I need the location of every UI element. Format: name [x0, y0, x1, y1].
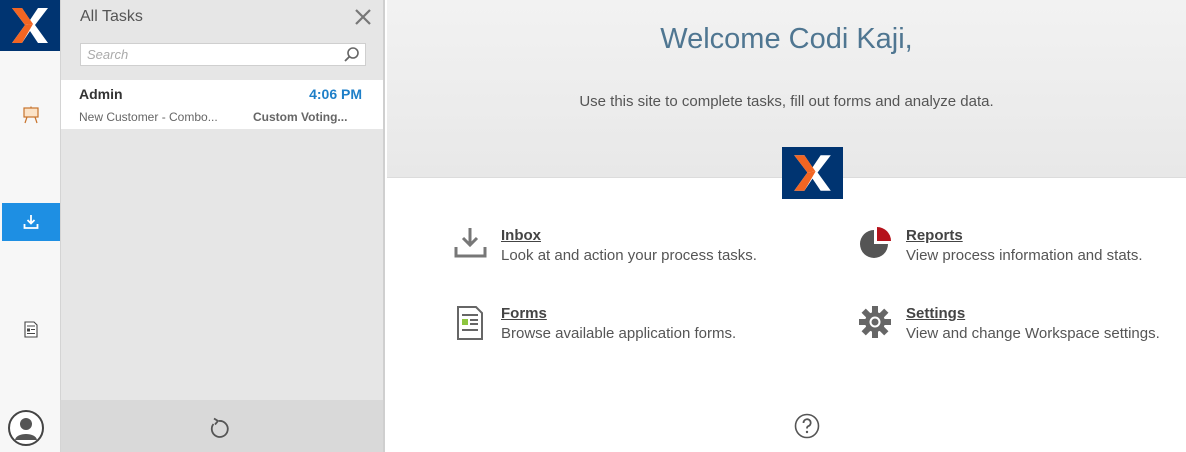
forms-link[interactable]: Forms: [501, 305, 547, 322]
pie-chart-icon: [860, 227, 891, 258]
panel-footer: [61, 400, 383, 452]
task-originator: Admin: [79, 86, 123, 102]
task-list-item[interactable]: Admin 4:06 PM New Customer - Combo... Cu…: [61, 80, 383, 129]
app-logo[interactable]: [0, 0, 60, 51]
user-avatar-button[interactable]: [8, 410, 44, 446]
intro-text: Use this site to complete tasks, fill ou…: [579, 93, 994, 110]
settings-link[interactable]: Settings: [906, 305, 965, 322]
help-button[interactable]: [794, 413, 820, 439]
refresh-button[interactable]: [205, 415, 233, 443]
help-question-icon: [794, 413, 820, 439]
rail-presentations-button[interactable]: [2, 96, 60, 134]
search-placeholder: Search: [87, 47, 129, 62]
rail-forms-button[interactable]: [2, 310, 60, 348]
user-avatar-icon: [15, 418, 37, 440]
inbox-download-icon: [23, 215, 39, 229]
close-icon: [355, 9, 371, 25]
inbox-link[interactable]: Inbox: [501, 227, 541, 244]
refresh-icon: [210, 417, 229, 438]
forms-description: Browse available application forms.: [501, 325, 737, 342]
gear-icon: [859, 306, 891, 338]
reports-description: View process information and stats.: [906, 247, 1143, 264]
search-icon[interactable]: [343, 46, 360, 63]
settings-tile[interactable]: Settings View and change Workspace setti…: [859, 305, 1179, 349]
settings-description: View and change Workspace settings.: [906, 325, 1160, 342]
panel-title: All Tasks: [80, 8, 143, 25]
forms-tile[interactable]: Forms Browse available application forms…: [454, 305, 814, 349]
form-document-icon: [24, 320, 38, 338]
task-subject: New Customer - Combo...: [79, 110, 218, 124]
welcome-heading: Welcome Codi Kaji,: [660, 23, 913, 55]
close-panel-button[interactable]: [351, 5, 375, 29]
task-search-input[interactable]: Search: [80, 43, 366, 66]
left-rail: [0, 0, 61, 452]
easel-icon: [23, 106, 39, 124]
reports-tile[interactable]: Reports View process information and sta…: [859, 227, 1179, 271]
rail-inbox-button[interactable]: [2, 203, 60, 241]
task-process: Custom Voting...: [253, 110, 348, 124]
reports-link[interactable]: Reports: [906, 227, 963, 244]
inbox-tile[interactable]: Inbox Look at and action your process ta…: [454, 227, 814, 271]
brand-logo: [782, 147, 843, 199]
task-panel: All Tasks Search Admin 4:06 PM New Custo…: [61, 0, 385, 452]
form-icon: [457, 306, 483, 340]
inbox-tray-icon: [454, 228, 487, 258]
task-time: 4:06 PM: [309, 86, 362, 102]
inbox-description: Look at and action your process tasks.: [501, 247, 757, 264]
